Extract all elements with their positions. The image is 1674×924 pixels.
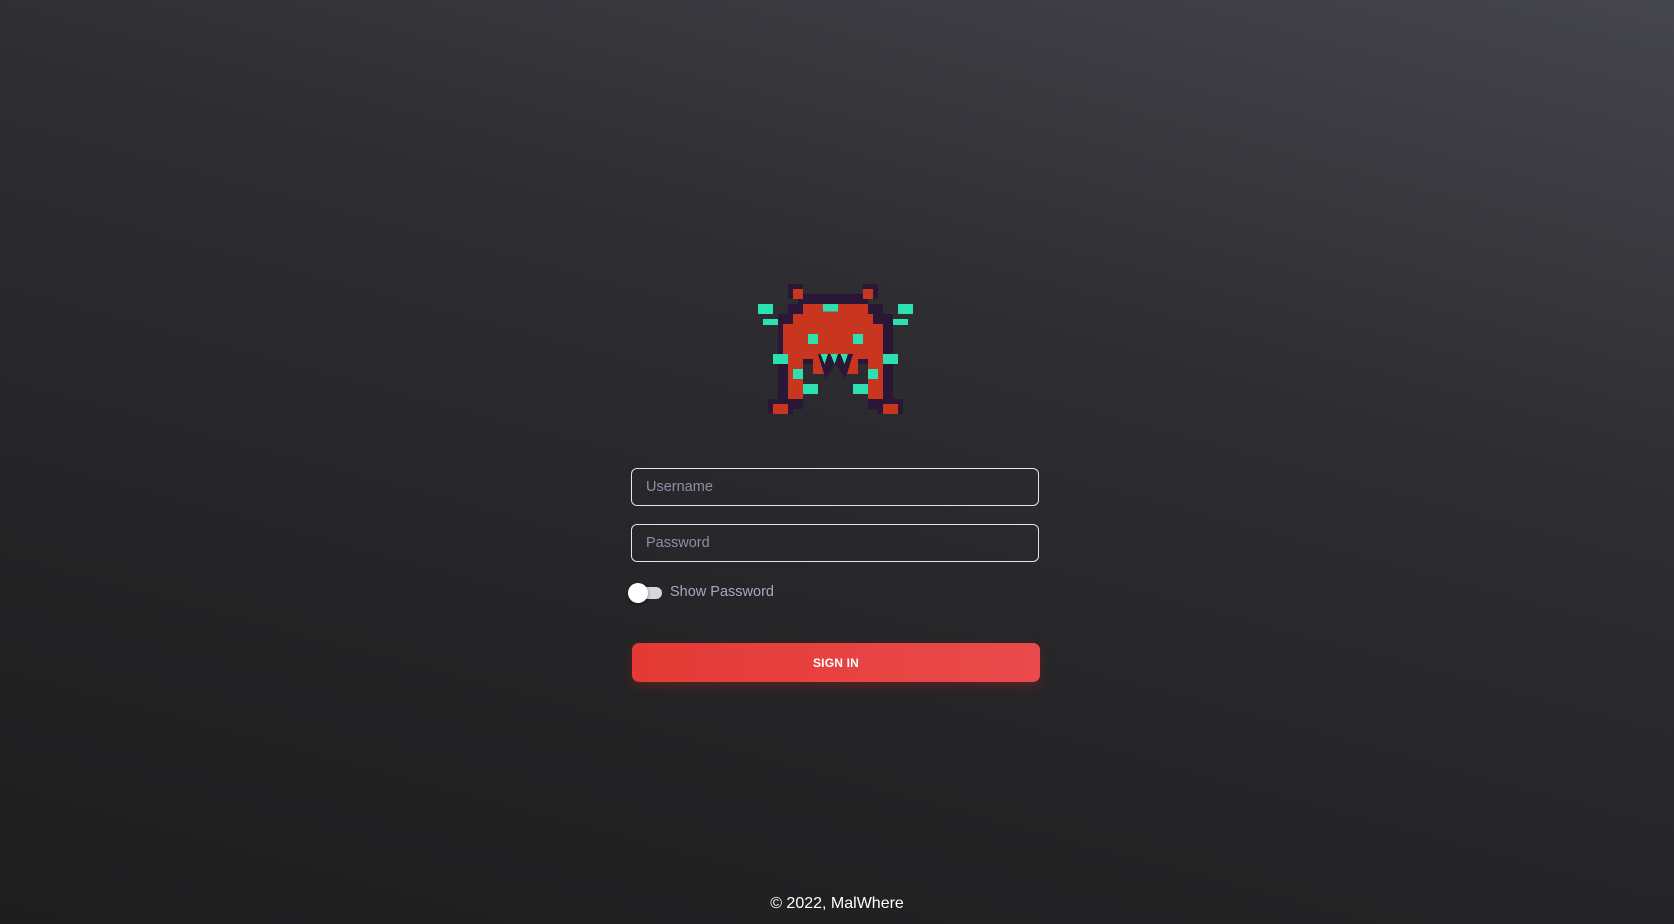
show-password-row: Show Password xyxy=(628,580,774,604)
show-password-label[interactable]: Show Password xyxy=(670,584,774,600)
password-input[interactable] xyxy=(631,524,1039,562)
sign-in-button[interactable]: SIGN IN xyxy=(632,643,1040,682)
username-input[interactable] xyxy=(631,468,1039,506)
copyright-footer: © 2022, MalWhere xyxy=(770,895,904,912)
toggle-knob xyxy=(628,583,648,603)
pixel-invader-logo-icon xyxy=(758,284,918,424)
show-password-toggle[interactable] xyxy=(628,582,662,603)
